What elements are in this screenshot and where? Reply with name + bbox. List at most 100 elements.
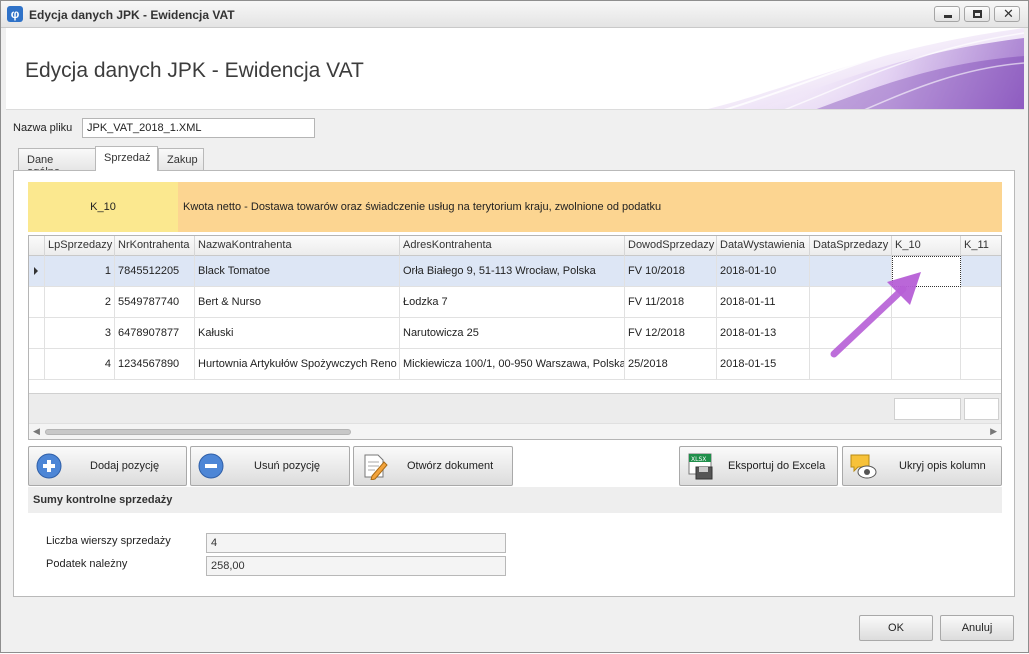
table-cell[interactable]: 5549787740 — [115, 287, 195, 318]
tab-zakup[interactable]: Zakup — [158, 148, 204, 170]
table-cell[interactable] — [810, 349, 892, 380]
table-cell[interactable] — [810, 318, 892, 349]
excel-export-icon: XLSX — [688, 453, 713, 480]
table-cell[interactable]: FV 10/2018 — [625, 256, 717, 287]
add-item-button[interactable]: Dodaj pozycję — [28, 446, 187, 486]
edit-document-icon — [364, 454, 388, 480]
table-cell[interactable]: Łodzka 7 — [400, 287, 625, 318]
table-cell[interactable]: 7845512205 — [115, 256, 195, 287]
table-cell[interactable] — [810, 287, 892, 318]
focused-cell-k10[interactable] — [892, 256, 961, 287]
title-bar[interactable]: φ Edycja danych JPK - Ewidencja VAT ✕ — [1, 1, 1028, 28]
table-cell[interactable]: Hurtownia Artykułów Spożywczych Reno — [195, 349, 400, 380]
horizontal-scrollbar[interactable]: ◀ ▶ — [29, 423, 1001, 439]
sales-rows-count-label: Liczba wierszy sprzedaży — [46, 535, 171, 547]
table-cell[interactable]: 25/2018 — [625, 349, 717, 380]
row-indicator-header — [29, 236, 45, 256]
table-cell[interactable]: 3 — [45, 318, 115, 349]
scroll-left-icon[interactable]: ◀ — [33, 426, 40, 437]
scroll-right-icon[interactable]: ▶ — [990, 426, 997, 437]
xlsx-tag: XLSX — [691, 456, 706, 463]
table-cell[interactable]: 1234567890 — [115, 349, 195, 380]
close-button[interactable]: ✕ — [994, 6, 1020, 22]
window-title: Edycja danych JPK - Ewidencja VAT — [29, 8, 235, 22]
hide-column-description-label: Ukryj opis kolumn — [899, 460, 986, 472]
table-cell[interactable]: Orła Białego 9, 51-113 Wrocław, Polska — [400, 256, 625, 287]
form-header: Edycja danych JPK - Ewidencja VAT — [6, 28, 1024, 110]
table-cell[interactable] — [892, 318, 961, 349]
row-indicator — [29, 349, 45, 380]
grid-summary-footer — [29, 393, 1001, 423]
footer-total-k10 — [894, 398, 961, 420]
close-icon: ✕ — [1003, 6, 1014, 21]
column-description-text: Kwota netto - Dostawa towarów oraz świad… — [178, 182, 1002, 232]
export-excel-button[interactable]: XLSX Eksportuj do Excela — [679, 446, 838, 486]
column-header[interactable]: NazwaKontrahenta — [195, 236, 400, 256]
add-item-label: Dodaj pozycję — [90, 460, 160, 472]
table-cell[interactable]: 2 — [45, 287, 115, 318]
speech-eye-icon — [850, 454, 877, 479]
tab-sprzedaz[interactable]: Sprzedaż — [95, 146, 158, 171]
column-header[interactable]: NrKontrahenta — [115, 236, 195, 256]
table-cell[interactable]: 6478907877 — [115, 318, 195, 349]
remove-item-button[interactable]: Usuń pozycję — [190, 446, 350, 486]
tax-due-label: Podatek należny — [46, 558, 128, 570]
table-cell[interactable]: Mickiewicza 100/1, 00-950 Warszawa, Pols… — [400, 349, 625, 380]
column-header[interactable]: DowodSprzedazy — [625, 236, 717, 256]
column-header[interactable]: DataSprzedazy — [810, 236, 892, 256]
export-excel-label: Eksportuj do Excela — [728, 460, 826, 472]
table-cell[interactable]: 2018-01-15 — [717, 349, 810, 380]
table-cell[interactable]: 2018-01-13 — [717, 318, 810, 349]
table-row[interactable]: 4 1234567890 Hurtownia Artykułów Spożywc… — [29, 349, 1001, 380]
table-cell[interactable]: 2018-01-11 — [717, 287, 810, 318]
app-icon: φ — [7, 6, 23, 22]
table-cell[interactable]: Kałuski — [195, 318, 400, 349]
table-row[interactable]: 2 5549787740 Bert & Nurso Łodzka 7 FV 11… — [29, 287, 1001, 318]
file-name-label: Nazwa pliku — [13, 122, 73, 134]
table-cell[interactable]: 1 — [45, 256, 115, 287]
tab-dane-ogolne[interactable]: Dane ogólne — [18, 148, 96, 178]
row-pointer-icon — [34, 267, 38, 275]
minimize-icon — [944, 15, 952, 18]
table-cell[interactable]: Narutowicza 25 — [400, 318, 625, 349]
table-cell[interactable]: Bert & Nurso — [195, 287, 400, 318]
table-cell[interactable] — [961, 318, 1001, 349]
row-indicator — [29, 256, 45, 287]
column-header[interactable]: K_11 — [961, 236, 1001, 256]
table-cell[interactable] — [961, 287, 1001, 318]
table-row[interactable]: 3 6478907877 Kałuski Narutowicza 25 FV 1… — [29, 318, 1001, 349]
control-sums-heading: Sumy kontrolne sprzedaży — [28, 487, 1002, 513]
cancel-button[interactable]: Anuluj — [940, 615, 1014, 641]
column-header[interactable]: DataWystawienia — [717, 236, 810, 256]
table-cell[interactable] — [892, 349, 961, 380]
header-decoration — [707, 28, 1024, 109]
table-cell[interactable]: 4 — [45, 349, 115, 380]
table-cell[interactable] — [810, 256, 892, 287]
table-cell[interactable] — [961, 349, 1001, 380]
scrollbar-thumb[interactable] — [45, 429, 351, 435]
table-row[interactable]: 1 7845512205 Black Tomatoe Orła Białego … — [29, 256, 1001, 287]
table-cell[interactable]: FV 11/2018 — [625, 287, 717, 318]
open-document-button[interactable]: Otwórz dokument — [353, 446, 513, 486]
table-cell[interactable] — [961, 256, 1001, 287]
column-description-key: K_10 — [28, 182, 178, 232]
open-document-label: Otwórz dokument — [407, 460, 494, 472]
main-window: φ Edycja danych JPK - Ewidencja VAT ✕ Ed… — [0, 0, 1029, 653]
sales-grid[interactable]: LpSprzedazy NrKontrahenta NazwaKontrahen… — [28, 235, 1002, 440]
minus-circle-icon — [198, 453, 224, 479]
table-cell[interactable]: FV 12/2018 — [625, 318, 717, 349]
column-header[interactable]: K_10 — [892, 236, 961, 256]
hide-column-description-button[interactable]: Ukryj opis kolumn — [842, 446, 1002, 486]
column-header[interactable]: AdresKontrahenta — [400, 236, 625, 256]
table-cell[interactable] — [892, 287, 961, 318]
minimize-button[interactable] — [934, 6, 960, 22]
footer-total-k11 — [964, 398, 999, 420]
maximize-button[interactable] — [964, 6, 990, 22]
maximize-icon — [973, 10, 982, 18]
table-cell[interactable]: Black Tomatoe — [195, 256, 400, 287]
ok-button[interactable]: OK — [859, 615, 933, 641]
file-name-input[interactable]: JPK_VAT_2018_1.XML — [82, 118, 315, 138]
column-header[interactable]: LpSprzedazy — [45, 236, 115, 256]
table-cell[interactable]: 2018-01-10 — [717, 256, 810, 287]
plus-circle-icon — [36, 453, 62, 479]
